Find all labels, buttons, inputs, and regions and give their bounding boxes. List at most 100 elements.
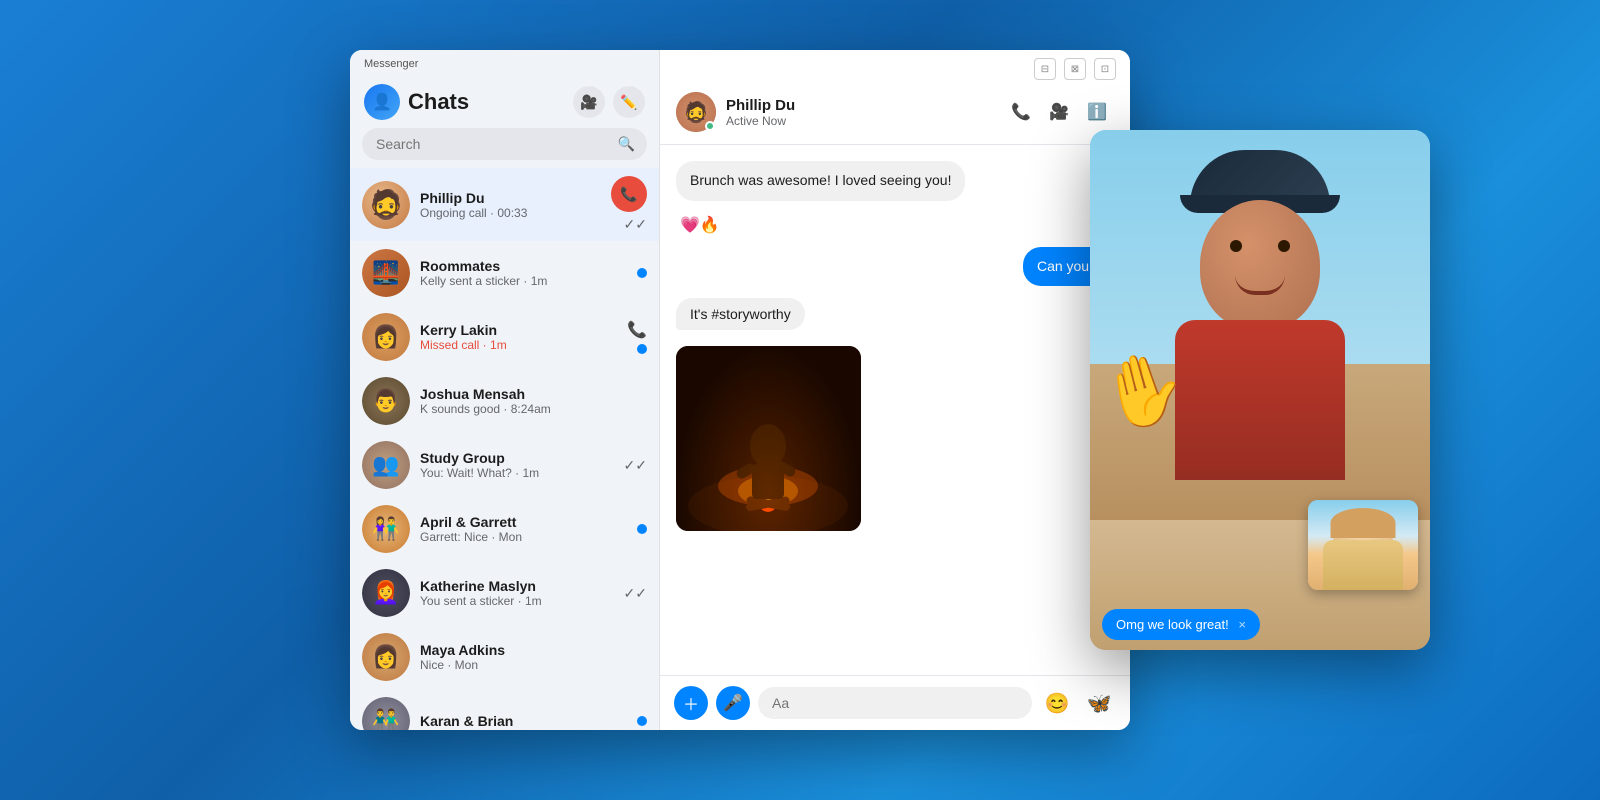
minimize-button[interactable]: ⊟: [1034, 58, 1056, 80]
list-item[interactable]: 👩‍🦰 Katherine Maslyn You sent a sticker …: [350, 561, 659, 625]
end-call-button[interactable]: 📞: [611, 176, 647, 212]
pip-video: [1308, 500, 1418, 590]
phone-call-button[interactable]: 📞: [1004, 95, 1038, 129]
avatar: 🌉: [362, 249, 410, 297]
contact-info: Phillip Du Active Now: [726, 97, 994, 128]
search-bar: 🔍: [362, 128, 647, 160]
sidebar-actions: 🎥 ✏️: [573, 86, 645, 118]
chat-name: Joshua Mensah: [420, 386, 637, 402]
chat-info: Katherine Maslyn You sent a sticker · 1m: [420, 578, 614, 608]
search-icon: 🔍: [618, 136, 635, 153]
compose-button[interactable]: ✏️: [613, 86, 645, 118]
katherine-avatar: 👩‍🦰: [362, 569, 410, 617]
unread-indicator: [637, 524, 647, 534]
header-actions: 📞 🎥 ℹ️: [1004, 95, 1114, 129]
info-button[interactable]: ℹ️: [1080, 95, 1114, 129]
avatar: 🧔: [362, 181, 410, 229]
message-bubble: It's #storyworthy: [676, 298, 805, 330]
list-item[interactable]: 👥 Study Group You: Wait! What? · 1m ✓✓: [350, 433, 659, 497]
karan-brian-avatar: 👬: [362, 697, 410, 730]
avatar: 👩: [362, 633, 410, 681]
chat-info: Maya Adkins Nice · Mon: [420, 642, 637, 672]
messenger-window: Messenger 👤 Chats 🎥 ✏️ 🔍 🧔: [350, 50, 1130, 730]
chat-name: Kerry Lakin: [420, 322, 617, 338]
user-avatar[interactable]: 👤: [364, 84, 400, 120]
list-item[interactable]: 👨 Joshua Mensah K sounds good · 8:24am: [350, 369, 659, 433]
list-item[interactable]: 👫 April & Garrett Garrett: Nice · Mon: [350, 497, 659, 561]
message-bubble: Brunch was awesome! I loved seeing you!: [676, 161, 965, 201]
roommates-avatar: 🌉: [362, 249, 410, 297]
study-group-avatar: 👥: [362, 441, 410, 489]
message-text: It's #storyworthy: [690, 306, 791, 322]
unread-indicator: [637, 716, 647, 726]
chat-info: Roommates Kelly sent a sticker · 1m: [420, 258, 627, 288]
sidebar-title: Chats: [408, 89, 565, 115]
chat-info: Karan & Brian: [420, 713, 627, 729]
chat-info: Phillip Du Ongoing call · 00:33: [420, 190, 601, 220]
search-input[interactable]: [362, 128, 647, 160]
video-new-button[interactable]: 🎥: [573, 86, 605, 118]
joshua-avatar: 👨: [362, 377, 410, 425]
unread-indicator: [637, 344, 647, 354]
list-item[interactable]: 👩 Kerry Lakin Missed call · 1m 📞: [350, 305, 659, 369]
chat-info: Joshua Mensah K sounds good · 8:24am: [420, 386, 637, 416]
chat-meta: 📞 ✓✓: [611, 176, 647, 233]
chat-header: 🧔 Phillip Du Active Now 📞 🎥 ℹ️: [660, 80, 1130, 145]
call-message-bubble: Omg we look great! ×: [1102, 609, 1260, 640]
list-item[interactable]: 👩 Maya Adkins Nice · Mon: [350, 625, 659, 689]
contact-status: Active Now: [726, 114, 994, 128]
chat-pane: ⊟ ⊠ ⊡ 🧔 Phillip Du Active Now 📞 🎥 ℹ️: [660, 50, 1130, 730]
window-controls: ⊟ ⊠ ⊡: [660, 50, 1130, 80]
video-scene: ✋ Omg we look great! ×: [1090, 130, 1430, 650]
chat-preview: Ongoing call · 00:33: [420, 206, 601, 220]
maya-avatar: 👩: [362, 633, 410, 681]
chat-preview: Garrett: Nice · Mon: [420, 530, 627, 544]
video-call-button[interactable]: 🎥: [1042, 95, 1076, 129]
input-bar: ＋ 🎤 😊 🦋: [660, 675, 1130, 730]
read-indicator: ✓✓: [624, 216, 647, 233]
sidebar-header: 👤 Chats 🎥 ✏️: [350, 74, 659, 128]
chat-info: April & Garrett Garrett: Nice · Mon: [420, 514, 627, 544]
message-reactions: 💗🔥: [680, 215, 720, 235]
list-item[interactable]: 👬 Karan & Brian: [350, 689, 659, 730]
sticker-button[interactable]: 🦋: [1082, 686, 1116, 720]
chat-name: Study Group: [420, 450, 614, 466]
chat-meta: [637, 716, 647, 726]
call-bubble-close[interactable]: ×: [1238, 617, 1246, 632]
chat-name: Katherine Maslyn: [420, 578, 614, 594]
missed-call-icon: 📞: [627, 320, 647, 340]
list-item[interactable]: 🌉 Roommates Kelly sent a sticker · 1m: [350, 241, 659, 305]
avatar: 👩: [362, 313, 410, 361]
sidebar: Messenger 👤 Chats 🎥 ✏️ 🔍 🧔: [350, 50, 660, 730]
unread-indicator: [637, 268, 647, 278]
chat-list: 🧔 Phillip Du Ongoing call · 00:33 📞 ✓✓ 🌉: [350, 168, 659, 730]
video-call-overlay: ✋ Omg we look great! ×: [1090, 130, 1430, 650]
chat-meta: [637, 524, 647, 534]
april-garrett-avatar: 👫: [362, 505, 410, 553]
close-button[interactable]: ⊡: [1094, 58, 1116, 80]
pip-person-face: [1308, 500, 1418, 590]
message-text: Brunch was awesome! I loved seeing you!: [690, 172, 951, 188]
avatar: 👩‍🦰: [362, 569, 410, 617]
maximize-button[interactable]: ⊠: [1064, 58, 1086, 80]
chat-name: Roommates: [420, 258, 627, 274]
chat-name: April & Garrett: [420, 514, 627, 530]
contact-name: Phillip Du: [726, 97, 994, 114]
chat-name: Phillip Du: [420, 190, 601, 206]
chat-info: Kerry Lakin Missed call · 1m: [420, 322, 617, 352]
chat-preview: K sounds good · 8:24am: [420, 402, 637, 416]
read-indicator: ✓✓: [624, 457, 647, 474]
chat-preview: You sent a sticker · 1m: [420, 594, 614, 608]
chat-meta: ✓✓: [624, 457, 647, 474]
emoji-button[interactable]: 😊: [1040, 686, 1074, 720]
add-button[interactable]: ＋: [674, 686, 708, 720]
avatar: 👬: [362, 697, 410, 730]
message-input[interactable]: [758, 687, 1032, 719]
call-bubble-text: Omg we look great!: [1116, 617, 1229, 632]
mic-button[interactable]: 🎤: [716, 686, 750, 720]
chat-preview: Nice · Mon: [420, 658, 637, 672]
read-indicator: ✓✓: [624, 585, 647, 602]
contact-avatar: 🧔: [676, 92, 716, 132]
chat-preview: Missed call · 1m: [420, 338, 617, 352]
list-item[interactable]: 🧔 Phillip Du Ongoing call · 00:33 📞 ✓✓: [350, 168, 659, 241]
